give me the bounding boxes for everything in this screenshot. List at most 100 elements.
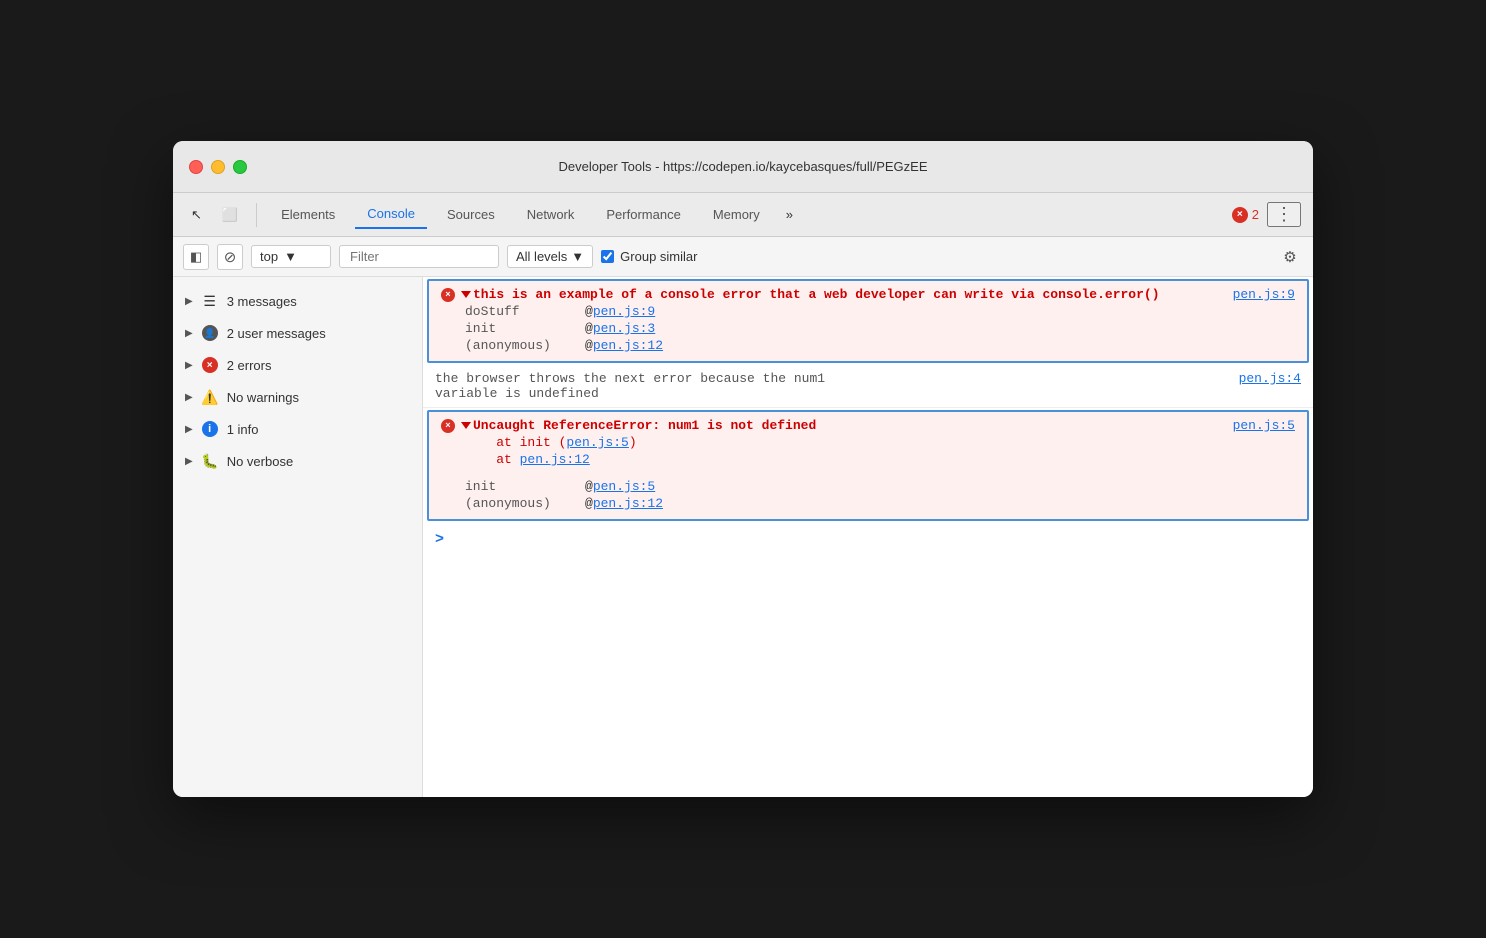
stack-line-4: init @ pen.js:5 [441, 479, 1295, 494]
error-circle-icon: × [441, 288, 455, 302]
sidebar-item-info[interactable]: ▶ i 1 info [173, 413, 422, 445]
filter-input[interactable] [339, 245, 499, 268]
at-label: @ [585, 304, 593, 319]
fn-name: (anonymous) [465, 496, 585, 511]
inline-link-2[interactable]: pen.js:12 [520, 452, 590, 467]
sidebar-item-label: 1 info [227, 422, 259, 437]
stack-line-1: doStuff @ pen.js:9 [441, 304, 1295, 319]
stack-file-link-4[interactable]: pen.js:5 [593, 479, 655, 494]
main-area: ▶ ☰ 3 messages ▶ 👤 2 user messages ▶ × 2… [173, 277, 1313, 797]
at-label: @ [585, 479, 593, 494]
sidebar-item-label: 2 errors [227, 358, 272, 373]
traffic-lights [189, 160, 247, 174]
error-icon: × [201, 356, 219, 374]
dropdown-arrow: ▼ [284, 249, 297, 264]
minimize-button[interactable] [211, 160, 225, 174]
arrow-icon: ▶ [185, 328, 193, 339]
window-title: Developer Tools - https://codepen.io/kay… [558, 159, 927, 174]
user-icon: 👤 [201, 324, 219, 342]
file-link-1[interactable]: pen.js:9 [1233, 287, 1295, 302]
console-error-1: × this is an example of a console error … [427, 279, 1309, 363]
fn-name: (anonymous) [465, 338, 585, 353]
levels-arrow: ▼ [571, 249, 584, 264]
arrow-icon: ▶ [185, 392, 193, 403]
context-dropdown[interactable]: top ▼ [251, 245, 331, 268]
inspect-button[interactable]: ⬜ [216, 203, 244, 227]
error-header-line: × this is an example of a console error … [441, 287, 1295, 302]
sidebar-item-label: 2 user messages [227, 326, 326, 341]
stack-file-link-3[interactable]: pen.js:12 [593, 338, 663, 353]
error-icon-circle: × [1232, 207, 1248, 223]
expand-icon-2[interactable] [461, 422, 471, 429]
group-similar-checkbox-group: Group similar [601, 249, 697, 264]
devtools-window: Developer Tools - https://codepen.io/kay… [173, 141, 1313, 797]
tab-memory[interactable]: Memory [701, 201, 772, 228]
levels-dropdown[interactable]: All levels ▼ [507, 245, 593, 268]
close-button[interactable] [189, 160, 203, 174]
sidebar-item-errors[interactable]: ▶ × 2 errors [173, 349, 422, 381]
messages-icon: ☰ [201, 292, 219, 310]
inline-link-1[interactable]: pen.js:5 [566, 435, 628, 450]
console-error-2: × Uncaught ReferenceError: num1 is not d… [427, 410, 1309, 521]
devtools-menu-button[interactable]: ⋮ [1267, 202, 1301, 227]
stack-file-link-1[interactable]: pen.js:9 [593, 304, 655, 319]
clear-console-button[interactable]: ⊘ [217, 244, 243, 270]
group-similar-label: Group similar [620, 249, 697, 264]
console-info-1: the browser throws the next error becaus… [423, 365, 1313, 408]
info-line: the browser throws the next error becaus… [435, 371, 1301, 401]
bug-icon: 🐛 [201, 452, 219, 470]
error-circle-icon-2: × [441, 419, 455, 433]
info-icon: i [201, 420, 219, 438]
console-sidebar: ▶ ☰ 3 messages ▶ 👤 2 user messages ▶ × 2… [173, 277, 423, 797]
fn-name: init [465, 321, 585, 336]
at-label: @ [585, 338, 593, 353]
error-message-1: this is an example of a console error th… [461, 287, 1227, 302]
arrow-icon: ▶ [185, 424, 193, 435]
console-prompt[interactable]: > [423, 523, 1313, 556]
at-label: @ [585, 496, 593, 511]
warning-icon: ⚠️ [201, 388, 219, 406]
sidebar-item-verbose[interactable]: ▶ 🐛 No verbose [173, 445, 422, 477]
at-label: @ [585, 321, 593, 336]
stack-file-link-2[interactable]: pen.js:3 [593, 321, 655, 336]
tab-console[interactable]: Console [355, 200, 427, 229]
stack-line-5: (anonymous) @ pen.js:12 [441, 496, 1295, 511]
separator [256, 203, 257, 227]
tab-performance[interactable]: Performance [594, 201, 692, 228]
error-stack-text: at init (pen.js:5) [441, 435, 1295, 450]
tab-elements[interactable]: Elements [269, 201, 347, 228]
console-output: × this is an example of a console error … [423, 277, 1313, 797]
prompt-symbol: > [435, 531, 444, 548]
more-tabs-button[interactable]: » [780, 203, 799, 226]
stack-file-link-5[interactable]: pen.js:12 [593, 496, 663, 511]
sidebar-item-user-messages[interactable]: ▶ 👤 2 user messages [173, 317, 422, 349]
info-file-link[interactable]: pen.js:4 [1239, 371, 1301, 386]
tab-network[interactable]: Network [515, 201, 587, 228]
error-message-2: Uncaught ReferenceError: num1 is not def… [461, 418, 1227, 433]
sidebar-item-all-messages[interactable]: ▶ ☰ 3 messages [173, 285, 422, 317]
group-similar-checkbox[interactable] [601, 250, 614, 263]
sidebar-item-warnings[interactable]: ▶ ⚠️ No warnings [173, 381, 422, 413]
console-toolbar: ◧ ⊘ top ▼ All levels ▼ Group similar ⚙ [173, 237, 1313, 277]
error-count: 2 [1252, 207, 1259, 222]
fn-name: doStuff [465, 304, 585, 319]
maximize-button[interactable] [233, 160, 247, 174]
settings-gear-button[interactable]: ⚙ [1277, 244, 1303, 270]
sidebar-toggle-button[interactable]: ◧ [183, 244, 209, 270]
tab-sources[interactable]: Sources [435, 201, 507, 228]
file-link-2[interactable]: pen.js:5 [1233, 418, 1295, 433]
error-badge: × 2 [1232, 207, 1259, 223]
arrow-icon: ▶ [185, 360, 193, 371]
error-header-line-2: × Uncaught ReferenceError: num1 is not d… [441, 418, 1295, 433]
info-message: the browser throws the next error becaus… [435, 371, 825, 401]
stack-line-2: init @ pen.js:3 [441, 321, 1295, 336]
sidebar-item-label: No warnings [227, 390, 299, 405]
context-label: top [260, 249, 278, 264]
arrow-icon: ▶ [185, 456, 193, 467]
title-bar: Developer Tools - https://codepen.io/kay… [173, 141, 1313, 193]
fn-name: init [465, 479, 585, 494]
expand-icon[interactable] [461, 291, 471, 298]
sidebar-item-label: No verbose [227, 454, 293, 469]
cursor-tool-button[interactable]: ↖ [185, 203, 208, 227]
error-stack-text-2: at pen.js:12 [441, 452, 1295, 467]
